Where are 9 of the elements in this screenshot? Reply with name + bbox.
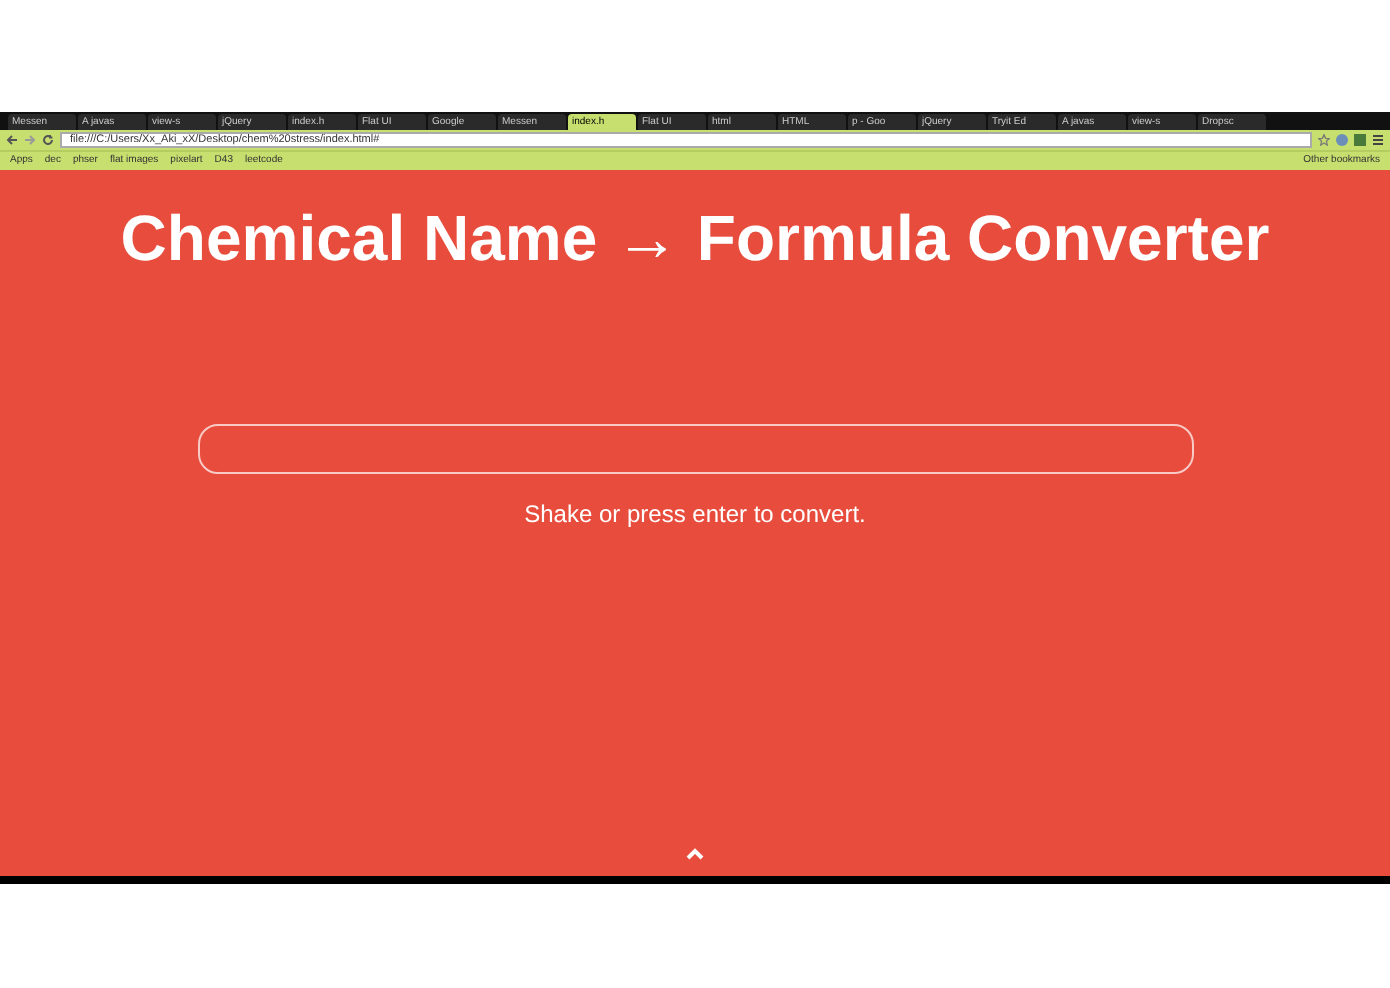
back-icon[interactable] (6, 134, 18, 146)
page-title: Chemical Name → Formula Converter (120, 200, 1270, 278)
input-field[interactable] (197, 424, 1193, 474)
forward-icon[interactable] (24, 134, 36, 146)
reload-icon[interactable] (42, 134, 54, 146)
star-icon[interactable] (1318, 134, 1330, 146)
chevron-up-icon[interactable] (686, 848, 704, 860)
hint-text: Shake or press enter to convert. (524, 498, 866, 532)
menu-icon[interactable] (1372, 134, 1384, 146)
